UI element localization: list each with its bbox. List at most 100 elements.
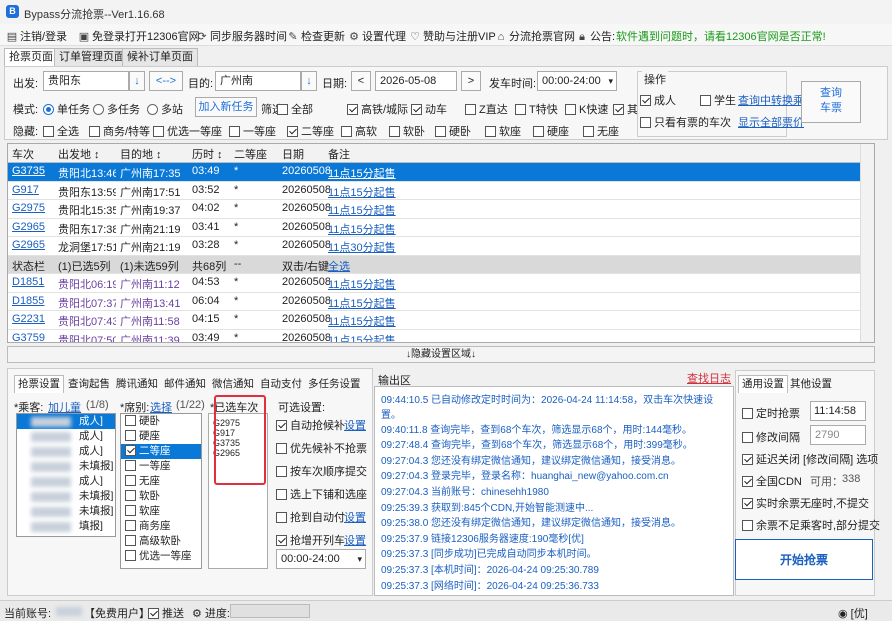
seat-item[interactable]: 硬座 bbox=[121, 429, 201, 444]
push-checkbox[interactable]: 推送 bbox=[148, 605, 184, 621]
passenger-item[interactable]: 成人] bbox=[17, 474, 115, 489]
filter-2-checkbox[interactable]: 动车 bbox=[411, 101, 447, 117]
add-task-button[interactable]: 加入新任务 bbox=[195, 97, 257, 117]
tab-other[interactable]: 其他设置 bbox=[786, 375, 836, 393]
tab-grab-settings[interactable]: 抢票设置 bbox=[14, 375, 64, 393]
passenger-item[interactable]: 成人] bbox=[17, 444, 115, 459]
tab-grab[interactable]: 抢票页面 bbox=[4, 48, 58, 66]
seat-item[interactable]: 高级软卧 bbox=[121, 534, 201, 549]
cdn-checkbox[interactable]: 全国CDN bbox=[742, 473, 802, 489]
partial-checkbox[interactable]: 余票不足乘客时,部分提交 bbox=[742, 517, 880, 533]
passenger-item[interactable]: 未填报] bbox=[17, 504, 115, 519]
cell-note[interactable]: 11点15分起售 bbox=[328, 165, 528, 181]
tab-general[interactable]: 通用设置 bbox=[738, 375, 788, 393]
query-button[interactable]: 查询 车票 bbox=[801, 81, 861, 123]
cell-train[interactable]: D1855 bbox=[12, 295, 54, 307]
table-row[interactable]: G2975 贵阳北15:35 广州南19:37 04:02 * 20260508 11点15… bbox=[8, 200, 860, 219]
cell-note[interactable]: 11点15分起售 bbox=[328, 332, 528, 343]
cell-train[interactable]: G2965 bbox=[12, 221, 54, 233]
cell-note[interactable]: 11点15分起售 bbox=[328, 184, 528, 200]
tab-mail-notify[interactable]: 邮件通知 bbox=[160, 375, 210, 393]
seat-filter-8-checkbox[interactable]: 软座 bbox=[485, 123, 521, 139]
cell-train[interactable]: G2231 bbox=[12, 313, 54, 325]
filter-3-checkbox[interactable]: Z直达 bbox=[465, 101, 508, 117]
seat-filter-3-checkbox[interactable]: 一等座 bbox=[229, 123, 276, 139]
seat-item[interactable]: 软卧 bbox=[121, 489, 201, 504]
seat-item[interactable]: 软座 bbox=[121, 504, 201, 519]
cell-train[interactable]: 状态栏 bbox=[12, 258, 54, 274]
seat-item[interactable]: 二等座 bbox=[121, 444, 201, 459]
option-3-checkbox[interactable]: 选上下铺和选座 bbox=[276, 486, 367, 502]
option-2-checkbox[interactable]: 按车次顺序提交 bbox=[276, 463, 367, 479]
passenger-item[interactable]: 未填报] bbox=[17, 489, 115, 504]
seat-item[interactable]: 商务座 bbox=[121, 519, 201, 534]
cell-note[interactable]: 11点30分起售 bbox=[328, 239, 528, 255]
menu-login[interactable]: ▤ 注销/登录 bbox=[6, 28, 67, 44]
cell-note[interactable]: 11点15分起售 bbox=[328, 221, 528, 237]
cell-train[interactable]: G3759 bbox=[12, 332, 54, 343]
seat-filter-5-checkbox[interactable]: 高软 bbox=[341, 123, 377, 139]
to-dropdown-icon[interactable]: ↓ bbox=[301, 71, 317, 91]
option-5-checkbox[interactable]: 抢增开列车 bbox=[276, 532, 345, 548]
table-row[interactable]: D1855 贵阳北07:37 广州南13:41 06:04 * 20260508 11点15… bbox=[8, 293, 860, 311]
to-station-input[interactable]: 广州南 bbox=[215, 71, 301, 91]
menu-sponsor[interactable]: ♡ 赞助与注册VIP bbox=[409, 28, 496, 44]
menu-proxy[interactable]: ⚙ 设置代理 bbox=[348, 28, 406, 44]
mode-multistation-radio[interactable]: 多站 bbox=[147, 101, 183, 117]
delay-close-checkbox[interactable]: 延迟关闭 [修改间隔] 选项 bbox=[742, 451, 878, 467]
filter-1-checkbox[interactable]: 高铁/城际 bbox=[347, 101, 408, 117]
seat-list[interactable]: 硬卧 硬座 二等座 一等座 无座 软卧 软座 商务座 高级软卧 优选一等座 bbox=[120, 413, 202, 569]
menu-notice[interactable]: 🔒︎ 公告: bbox=[576, 28, 615, 44]
col-duration[interactable]: 历时 ↕ bbox=[192, 146, 230, 162]
cell-note[interactable]: 11点15分起售 bbox=[328, 202, 528, 218]
filter-4-checkbox[interactable]: T特快 bbox=[515, 101, 558, 117]
seat-item[interactable]: 硬卧 bbox=[121, 414, 201, 429]
seat-item[interactable]: 一等座 bbox=[121, 459, 201, 474]
col-to[interactable]: 目的地 ↕ bbox=[120, 146, 188, 162]
tab-orders[interactable]: 订单管理页面 bbox=[54, 48, 130, 66]
tab-auto-pay[interactable]: 自动支付 bbox=[256, 375, 306, 393]
col-second-class[interactable]: 二等座 bbox=[234, 146, 278, 162]
menu-check-update[interactable]: ✎ 检查更新 bbox=[287, 28, 345, 44]
time-range-select[interactable]: 00:00-24:00 ▾ bbox=[276, 549, 366, 569]
passenger-list[interactable]: 成人] 成人] 成人] 未填报] 成人] 未填报] 未填报] 填报] bbox=[16, 413, 116, 537]
cell-note[interactable]: 11点15分起售 bbox=[328, 313, 528, 329]
option-1-checkbox[interactable]: 优先候补不抢票 bbox=[276, 440, 367, 456]
cell-note[interactable]: 全选 bbox=[328, 258, 528, 274]
interval-input[interactable]: 2790 bbox=[810, 425, 866, 445]
table-row[interactable]: G2965 龙洞堡17:51 广州南21:19 03:28 * 20260508 11点30… bbox=[8, 237, 860, 256]
adult-checkbox[interactable]: 成人 bbox=[640, 92, 676, 108]
only-tickets-checkbox[interactable]: 只看有票的车次 bbox=[640, 114, 731, 130]
table-row[interactable]: G2965 贵阳东17:38 广州南21:19 03:41 * 20260508 11点15… bbox=[8, 219, 860, 237]
menu-open-12306[interactable]: ▣ 免登录打开12306官网 bbox=[78, 28, 200, 44]
filter-0-checkbox[interactable]: 全部 bbox=[277, 101, 313, 117]
table-row[interactable]: D1851 贵阳北06:19 广州南11:12 04:53 * 20260508 11点15… bbox=[8, 274, 860, 293]
seat-filter-9-checkbox[interactable]: 硬座 bbox=[533, 123, 569, 139]
menu-sync-time[interactable]: ⟳ 同步服务器时间 bbox=[196, 28, 287, 44]
find-log-link[interactable]: 查找日志 bbox=[687, 370, 731, 386]
cell-note[interactable]: 11点15分起售 bbox=[328, 295, 528, 311]
student-checkbox[interactable]: 学生 bbox=[700, 92, 736, 108]
tab-wechat-notify[interactable]: 微信通知 bbox=[208, 375, 258, 393]
seat-filter-0-checkbox[interactable]: 全选 bbox=[43, 123, 79, 139]
table-row[interactable]: G917 贵阳东13:59 广州南17:51 03:52 * 20260508 11点15分… bbox=[8, 182, 860, 200]
col-date[interactable]: 日期 bbox=[282, 146, 330, 162]
option-0-settings-link[interactable]: 设置 bbox=[344, 417, 366, 433]
passenger-item[interactable]: 未填报] bbox=[17, 459, 115, 474]
next-date-button[interactable]: > bbox=[461, 71, 481, 91]
tab-waitlist[interactable]: 候补订单页面 bbox=[122, 48, 198, 66]
cell-train[interactable]: G3735 bbox=[12, 165, 54, 177]
seat-filter-7-checkbox[interactable]: 硬卧 bbox=[435, 123, 471, 139]
passenger-item[interactable]: 填报] bbox=[17, 519, 115, 534]
seat-filter-10-checkbox[interactable]: 无座 bbox=[583, 123, 619, 139]
cell-train[interactable]: G2975 bbox=[12, 202, 54, 214]
table-scrollbar[interactable] bbox=[860, 144, 874, 342]
mode-multi-radio[interactable]: 多任务 bbox=[93, 101, 140, 117]
option-0-checkbox[interactable]: 自动抢候补 bbox=[276, 417, 345, 433]
cell-note[interactable]: 11点15分起售 bbox=[328, 276, 528, 292]
option-5-settings-link[interactable]: 设置 bbox=[344, 532, 366, 548]
menu-official-site[interactable]: ⌂ 分流抢票官网 bbox=[495, 28, 575, 44]
option-4-settings-link[interactable]: 设置 bbox=[344, 509, 366, 525]
from-dropdown-icon[interactable]: ↓ bbox=[129, 71, 145, 91]
passenger-item[interactable]: 成人] bbox=[17, 414, 115, 429]
